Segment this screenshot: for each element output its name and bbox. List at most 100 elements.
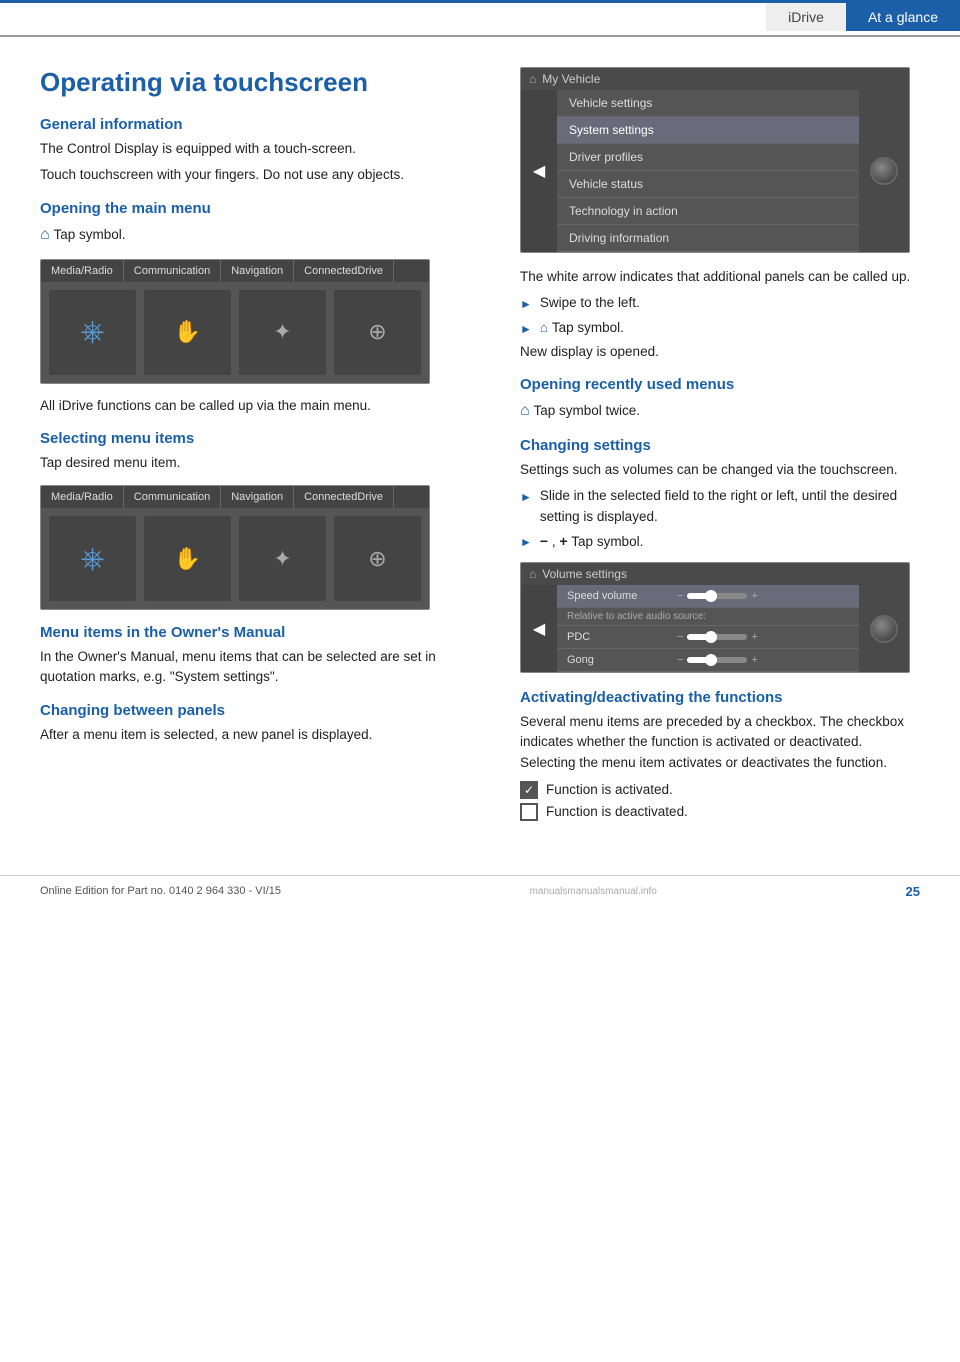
section-title-owners-manual: Menu items in the Owner's Manual bbox=[40, 624, 490, 641]
bullet-tap: ► ⌂ Tap symbol. bbox=[520, 318, 920, 338]
page-title: Operating via touchscreen bbox=[40, 67, 490, 98]
vol-bar-gong bbox=[687, 657, 747, 663]
vol-bar-pdc bbox=[687, 634, 747, 640]
section-title-general: General information bbox=[40, 116, 490, 133]
section-title-selecting: Selecting menu items bbox=[40, 430, 490, 447]
at-a-glance-tab[interactable]: At a glance bbox=[846, 3, 960, 31]
vol-pdc-minus-icon: − bbox=[677, 631, 683, 643]
vol-menu-list: Speed volume − + Relative to active audi… bbox=[557, 585, 859, 672]
menu2-item-nav: Navigation bbox=[221, 486, 294, 508]
vol-home-icon: ⌂ bbox=[529, 567, 536, 581]
vm-item-system-settings: System settings bbox=[557, 117, 859, 144]
bullet-minus-plus: ► − , + Tap symbol. bbox=[520, 531, 920, 552]
vol-info-row: Relative to active audio source: bbox=[557, 608, 859, 626]
tile-nav: ✦ bbox=[239, 290, 326, 375]
white-arrow-text: The white arrow indicates that additiona… bbox=[520, 267, 920, 287]
new-display-text: New display is opened. bbox=[520, 342, 920, 362]
vm-item-technology: Technology in action bbox=[557, 198, 859, 225]
vol-knob-area bbox=[859, 585, 909, 672]
owners-manual-text: In the Owner's Manual, menu items that c… bbox=[40, 647, 490, 688]
idrive-tab[interactable]: iDrive bbox=[766, 3, 846, 31]
unchecked-label: Function is deactivated. bbox=[546, 804, 688, 819]
footer-text: Online Edition for Part no. 0140 2 964 3… bbox=[40, 885, 281, 897]
gesture2-icon: ✋ bbox=[174, 546, 201, 572]
checkbox-empty-icon bbox=[520, 803, 538, 821]
page-number: 25 bbox=[906, 884, 920, 899]
tile2-globe: ⊕ bbox=[334, 516, 421, 601]
bullet-arrow-2: ► bbox=[520, 320, 532, 338]
vm-knob-area bbox=[859, 90, 909, 252]
vol-bar-speed bbox=[687, 593, 747, 599]
right-column: ⌂ My Vehicle ◀ Vehicle settings System s… bbox=[520, 67, 920, 825]
bullet-arrow-3: ► bbox=[520, 488, 532, 506]
vol-bar-thumb-speed bbox=[705, 590, 717, 602]
vol-gong-minus-icon: − bbox=[677, 654, 683, 666]
vol-pdc-slider: − + bbox=[677, 631, 758, 643]
bluetooth2-icon: ⎈ bbox=[81, 542, 105, 576]
menu-item-nav: Navigation bbox=[221, 260, 294, 282]
vol-left-arrow-icon: ◀ bbox=[533, 619, 545, 639]
menu2-item-media: Media/Radio bbox=[41, 486, 124, 508]
tile-bluetooth: ⎈ bbox=[49, 290, 136, 375]
vol-row-gong: Gong − + bbox=[557, 649, 859, 672]
vol-bar-thumb-gong bbox=[705, 654, 717, 666]
volume-mockup: ⌂ Volume settings ◀ Speed volume − bbox=[520, 562, 910, 673]
left-column: Operating via touchscreen General inform… bbox=[40, 67, 490, 825]
opening-main-menu-text: ⌂ Tap symbol. bbox=[40, 223, 490, 247]
screen-mockup-1: Media/Radio Communication Navigation Con… bbox=[40, 259, 430, 384]
bluetooth-icon: ⎈ bbox=[81, 315, 105, 349]
footer-logo: manualsmanualsmanual.info bbox=[530, 886, 657, 897]
vm-item-vehicle-settings: Vehicle settings bbox=[557, 90, 859, 117]
vol-pdc-plus-icon: + bbox=[751, 631, 757, 643]
tile-globe: ⊕ bbox=[334, 290, 421, 375]
tile2-nav: ✦ bbox=[239, 516, 326, 601]
header: iDrive At a glance bbox=[0, 3, 960, 37]
general-para2: Touch touchscreen with your fingers. Do … bbox=[40, 165, 490, 185]
checked-label: Function is activated. bbox=[546, 782, 673, 797]
vm-arrow-control: ◀ bbox=[521, 90, 557, 252]
vm-menu-list: Vehicle settings System settings Driver … bbox=[557, 90, 859, 252]
home-icon: ⌂ bbox=[529, 72, 536, 86]
vol-bar-thumb-pdc bbox=[705, 631, 717, 643]
vm-item-vehicle-status: Vehicle status bbox=[557, 171, 859, 198]
changing-settings-text: Settings such as volumes can be changed … bbox=[520, 460, 920, 480]
bullet-arrow-4: ► bbox=[520, 533, 532, 551]
globe-icon: ⊕ bbox=[368, 319, 386, 345]
menu-item-comm: Communication bbox=[124, 260, 221, 282]
vm-item-driving-info: Driving information bbox=[557, 225, 859, 252]
vol-pdc-label: PDC bbox=[567, 631, 677, 643]
vm-left-arrow-icon: ◀ bbox=[533, 161, 545, 181]
unchecked-row: Function is deactivated. bbox=[520, 803, 920, 821]
footer: Online Edition for Part no. 0140 2 964 3… bbox=[0, 875, 960, 907]
vm-item-driver-profiles: Driver profiles bbox=[557, 144, 859, 171]
selecting-text: Tap desired menu item. bbox=[40, 453, 490, 473]
vehicle-menu-mockup: ⌂ My Vehicle ◀ Vehicle settings System s… bbox=[520, 67, 910, 253]
menu2-item-connected: ConnectedDrive bbox=[294, 486, 394, 508]
vol-gong-plus-icon: + bbox=[751, 654, 757, 666]
section-title-changing-settings: Changing settings bbox=[520, 437, 920, 454]
tile-gesture: ✋ bbox=[144, 290, 231, 375]
checked-row: Function is activated. bbox=[520, 781, 920, 799]
vol-plus-icon: + bbox=[751, 590, 757, 602]
bullet-swipe: ► Swipe to the left. bbox=[520, 293, 920, 313]
vehicle-menu-top-label: My Vehicle bbox=[542, 72, 600, 86]
menu-item-connected: ConnectedDrive bbox=[294, 260, 394, 282]
vol-speed-slider: − + bbox=[677, 590, 758, 602]
nav2-icon: ✦ bbox=[273, 546, 291, 572]
section-title-activating: Activating/deactivating the functions bbox=[520, 689, 920, 706]
vol-gong-label: Gong bbox=[567, 654, 677, 666]
vol-row-speed: Speed volume − + bbox=[557, 585, 859, 608]
menu-item-media: Media/Radio bbox=[41, 260, 124, 282]
general-para1: The Control Display is equipped with a t… bbox=[40, 139, 490, 159]
vol-speed-label: Speed volume bbox=[567, 590, 677, 602]
menu2-item-comm: Communication bbox=[124, 486, 221, 508]
all-idrive-text: All iDrive functions can be called up vi… bbox=[40, 396, 490, 416]
tile2-bluetooth: ⎈ bbox=[49, 516, 136, 601]
vol-row-pdc: PDC − + bbox=[557, 626, 859, 649]
bullet-slide: ► Slide in the selected field to the rig… bbox=[520, 486, 920, 527]
screen-mockup-2: Media/Radio Communication Navigation Con… bbox=[40, 485, 430, 610]
section-title-main-menu: Opening the main menu bbox=[40, 200, 490, 217]
gesture-icon: ✋ bbox=[174, 319, 201, 345]
vol-gong-slider: − + bbox=[677, 654, 758, 666]
section-title-panels: Changing between panels bbox=[40, 702, 490, 719]
